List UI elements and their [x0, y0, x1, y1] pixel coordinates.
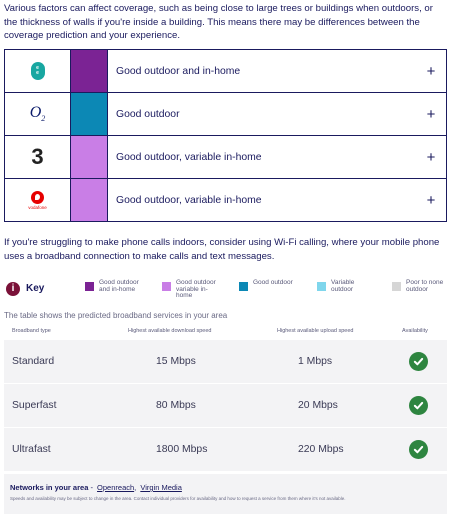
table-row: Standard 15 Mbps 1 Mbps: [4, 340, 447, 384]
availability-disclaimer: Speeds and availability may be subject t…: [10, 496, 346, 501]
download-speed-cell: 1800 Mbps: [156, 444, 208, 455]
coverage-color-swatch: [71, 50, 108, 92]
available-check-icon: [409, 440, 428, 459]
network-link-virgin-media[interactable]: Virgin Media: [140, 483, 182, 492]
coverage-intro-text: Various factors can affect coverage, suc…: [4, 3, 433, 41]
header-availability: Availability: [402, 328, 428, 334]
expand-plus-icon[interactable]: +: [416, 50, 446, 92]
expand-plus-icon[interactable]: +: [416, 136, 446, 178]
upload-speed-cell: 220 Mbps: [298, 444, 344, 455]
provider-coverage-list: ee Good outdoor and in-home + O2 Good ou…: [4, 49, 447, 222]
header-upload-speed: Highest available upload speed: [277, 328, 354, 334]
coverage-label: Good outdoor, variable in-home: [116, 194, 262, 206]
broadband-type-cell: Standard: [12, 356, 55, 367]
key-swatch: [317, 282, 326, 291]
coverage-color-swatch: [71, 93, 108, 135]
coverage-label: Good outdoor, variable in-home: [116, 151, 262, 163]
key-item: Good outdoor variable in-home: [162, 279, 222, 300]
provider-row-vodafone[interactable]: vodafone Good outdoor, variable in-home …: [5, 179, 446, 221]
provider-row-o2[interactable]: O2 Good outdoor +: [5, 93, 446, 136]
key-swatch: [392, 282, 401, 291]
key-item: Good outdoor: [239, 279, 299, 291]
key-item: Good outdoor and in-home: [85, 279, 145, 293]
download-speed-cell: 80 Mbps: [156, 400, 196, 411]
coverage-color-swatch: [71, 136, 108, 178]
table-row: Superfast 80 Mbps 20 Mbps: [4, 384, 447, 428]
expand-plus-icon[interactable]: +: [416, 93, 446, 135]
key-label: Variable outdoor: [331, 279, 355, 293]
ee-logo: ee: [5, 50, 71, 92]
broadband-table: Standard 15 Mbps 1 Mbps Superfast 80 Mbp…: [4, 340, 447, 472]
available-check-icon: [409, 396, 428, 415]
header-download-speed: Highest available download speed: [128, 328, 212, 334]
coverage-color-swatch: [71, 179, 108, 221]
wifi-calling-note: If you're struggling to make phone calls…: [4, 237, 440, 262]
key-item: Poor to none outdoor: [392, 279, 451, 293]
networks-label: Networks in your area: [10, 483, 89, 492]
networks-in-area: Networks in your area - Openreach, Virgi…: [4, 474, 447, 514]
broadband-table-header: Broadband type Highest available downloa…: [4, 325, 447, 339]
broadband-type-cell: Superfast: [12, 400, 57, 411]
key-label: Good outdoor and in-home: [99, 279, 139, 293]
table-row: Ultrafast 1800 Mbps 220 Mbps: [4, 428, 447, 472]
provider-row-three[interactable]: 3 Good outdoor, variable in-home +: [5, 136, 446, 179]
networks-separator: -: [88, 483, 96, 492]
upload-speed-cell: 20 Mbps: [298, 400, 338, 411]
coverage-key: i Key Good outdoor and in-home Good outd…: [6, 278, 446, 304]
key-swatch: [239, 282, 248, 291]
download-speed-cell: 15 Mbps: [156, 356, 196, 367]
key-label: Poor to none outdoor: [406, 279, 444, 293]
networks-line: Networks in your area - Openreach, Virgi…: [10, 483, 182, 492]
coverage-label: Good outdoor: [116, 108, 180, 120]
broadband-table-caption: The table shows the predicted broadband …: [4, 311, 228, 320]
key-swatch: [85, 282, 94, 291]
key-label: Good outdoor: [253, 279, 293, 286]
three-logo: 3: [5, 136, 71, 178]
coverage-label: Good outdoor and in-home: [116, 65, 241, 77]
upload-speed-cell: 1 Mbps: [298, 356, 333, 367]
key-swatch: [162, 282, 171, 291]
broadband-type-cell: Ultrafast: [12, 444, 51, 455]
available-check-icon: [409, 352, 428, 371]
expand-plus-icon[interactable]: +: [416, 179, 446, 221]
key-label: Good outdoor variable in-home: [176, 279, 216, 299]
key-title: Key: [26, 283, 45, 294]
network-link-openreach[interactable]: Openreach: [97, 483, 134, 492]
header-broadband-type: Broadband type: [12, 328, 51, 334]
info-icon: i: [6, 282, 20, 296]
o2-logo: O2: [5, 93, 71, 135]
vodafone-logo: vodafone: [5, 179, 71, 221]
provider-row-ee[interactable]: ee Good outdoor and in-home +: [5, 50, 446, 93]
key-item: Variable outdoor: [317, 279, 377, 293]
